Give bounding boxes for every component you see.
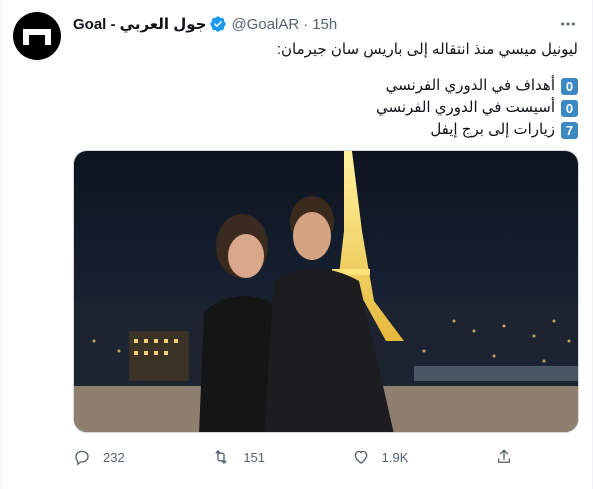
more-options-icon[interactable] xyxy=(558,14,578,34)
reply-count: 232 xyxy=(103,449,125,465)
display-name[interactable]: Goal - جول العربي xyxy=(73,15,206,33)
tweet-header: Goal - جول العربي @GoalAR · 15h xyxy=(73,14,337,34)
tweet-text: ليونيل ميسي منذ انتقاله إلى باريس سان جي… xyxy=(73,40,578,141)
reply-button[interactable]: 232 xyxy=(73,448,125,466)
goal-logo-icon xyxy=(23,29,51,45)
share-icon xyxy=(498,449,510,463)
tweet-card[interactable]: Goal - جول العربي @GoalAR · 15h ليونيل م… xyxy=(0,0,593,489)
list-item: 7 زيارات إلى برج إيفل xyxy=(73,119,578,141)
retweet-count: 151 xyxy=(243,449,266,465)
like-count: 1.9K xyxy=(381,449,409,465)
retweet-button[interactable]: 151 xyxy=(211,448,265,466)
list-item-label: أسيست في الدوري الفرنسي xyxy=(375,99,555,116)
count-badge: 0 xyxy=(561,99,578,117)
handle[interactable]: @GoalAR xyxy=(231,16,299,33)
count-badge: 7 xyxy=(561,121,578,139)
list-item-label: زيارات إلى برج إيفل xyxy=(430,121,555,138)
reply-icon xyxy=(75,450,89,466)
retweet-icon xyxy=(215,450,228,464)
action-bar: 232 151 1.9K xyxy=(73,445,513,469)
verified-badge-icon xyxy=(209,15,227,33)
timestamp[interactable]: 15h xyxy=(312,16,337,33)
like-button[interactable]: 1.9K xyxy=(352,448,409,466)
avatar[interactable] xyxy=(13,12,61,60)
list-item: 0 أهداف في الدوري الفرنسي xyxy=(73,75,578,97)
share-button[interactable] xyxy=(495,448,513,466)
count-badge: 0 xyxy=(561,77,578,95)
list-item: 0 أسيست في الدوري الفرنسي xyxy=(73,97,578,119)
list-item-label: أهداف في الدوري الفرنسي xyxy=(385,77,555,94)
photo-eiffel-tower-couple-icon xyxy=(74,151,578,432)
tweet-photo[interactable] xyxy=(73,150,579,433)
heart-icon xyxy=(354,450,367,464)
tweet-intro: ليونيل ميسي منذ انتقاله إلى باريس سان جي… xyxy=(276,41,578,58)
separator-dot: · xyxy=(303,15,309,33)
